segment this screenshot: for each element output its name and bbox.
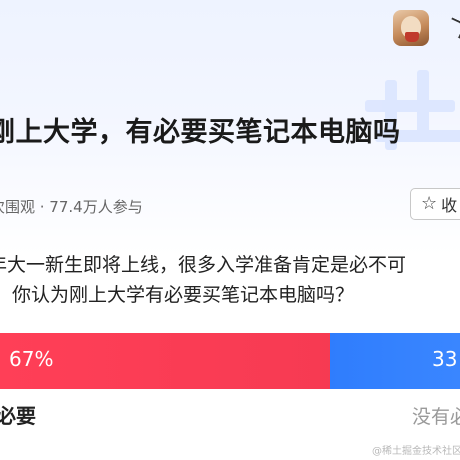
star-outline-icon: ☆ [421, 193, 438, 214]
question-header: 刚上大学，有必要买笔记本电脑吗 次围观 · 77.4万人参与 ☆ 收 [0, 0, 460, 255]
vote-option-left[interactable]: 必要 [0, 400, 36, 429]
question-title: 刚上大学，有必要买笔记本电脑吗 [0, 117, 401, 148]
avatar-cup [405, 32, 419, 42]
vote-percent-right: 33 [432, 347, 458, 371]
user-avatar[interactable] [393, 10, 429, 46]
share-icon[interactable] [445, 17, 460, 39]
favorite-label: 收 [441, 196, 458, 215]
vote-result-bar: 67% 33 [0, 333, 460, 389]
description-line-2: 你认为刚上大学有必要买笔记本电脑吗？ [12, 284, 355, 306]
favorite-button[interactable]: ☆ 收 [410, 188, 460, 220]
vote-option-right[interactable]: 没有必 [412, 402, 460, 429]
description-line-1: 年大一新生即将上线，很多入学准备肯定是必不可 [0, 254, 407, 276]
vote-percent-left: 67% [9, 347, 54, 371]
watermark: @稀土掘金技术社区 [372, 446, 460, 457]
view-stats: 次围观 · 77.4万人参与 [0, 198, 143, 216]
